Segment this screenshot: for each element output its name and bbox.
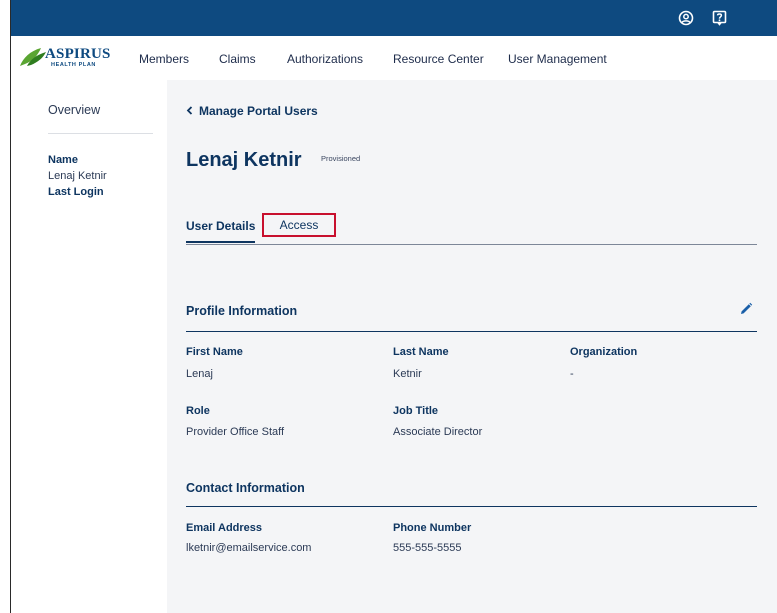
main-nav: ASPIRUS HEALTH PLAN Members Claims Autho… [11,36,777,80]
nav-members[interactable]: Members [139,52,189,66]
back-to-manage-users-link[interactable]: Manage Portal Users [186,104,318,118]
email-value: lketnir@emailservice.com [186,542,312,554]
contact-section-title: Contact Information [186,481,305,495]
organization-value: - [570,368,574,380]
app-frame: ASPIRUS HEALTH PLAN Members Claims Autho… [10,0,777,613]
role-value: Provider Office Staff [186,426,285,438]
sidebar-last-login-label: Last Login [48,186,104,198]
chevron-left-icon [186,104,193,118]
sidebar-name-value: Lenaj Ketnir [48,170,107,182]
help-icon[interactable] [710,9,728,27]
sidebar-name-label: Name [48,154,78,166]
contact-section-divider [186,506,757,507]
status-badge: Provisioned [321,154,361,163]
tab-user-details[interactable]: User Details [186,219,256,243]
job-title-value: Associate Director [393,426,483,438]
back-link-label: Manage Portal Users [199,104,318,118]
last-name-value: Ketnir [393,368,422,380]
organization-label: Organization [570,346,638,358]
tab-bar: User Details Access [186,213,757,245]
nav-user-management[interactable]: User Management [508,52,607,66]
tab-access[interactable]: Access [262,213,336,237]
nav-resource-center[interactable]: Resource Center [393,52,484,66]
phone-label: Phone Number [393,522,472,534]
email-label: Email Address [186,522,263,534]
main-content: Manage Portal Users Lenaj Ketnir Provisi… [167,80,777,613]
page-title: Lenaj Ketnir [186,149,302,171]
sidebar-overview-link[interactable]: Overview [48,103,100,117]
aspirus-logo[interactable]: ASPIRUS HEALTH PLAN [19,45,119,71]
job-title-label: Job Title [393,405,439,417]
edit-pencil-icon[interactable] [739,302,755,318]
leaf-logo-icon [20,48,46,66]
logo-brand-text: ASPIRUS [45,46,111,62]
first-name-value: Lenaj [186,368,213,380]
logo-subtitle: HEALTH PLAN [51,62,96,68]
nav-authorizations[interactable]: Authorizations [287,52,363,66]
sidebar: Overview Name Lenaj Ketnir Last Login [11,80,166,613]
profile-section-title: Profile Information [186,304,298,318]
account-circle-icon[interactable] [677,9,695,27]
phone-value: 555-555-5555 [393,542,462,554]
last-name-label: Last Name [393,346,449,358]
profile-section-divider [186,331,757,332]
role-label: Role [186,405,210,417]
first-name-label: First Name [186,346,243,358]
sidebar-divider [48,133,153,134]
nav-claims[interactable]: Claims [219,52,256,66]
top-bar [11,0,777,36]
